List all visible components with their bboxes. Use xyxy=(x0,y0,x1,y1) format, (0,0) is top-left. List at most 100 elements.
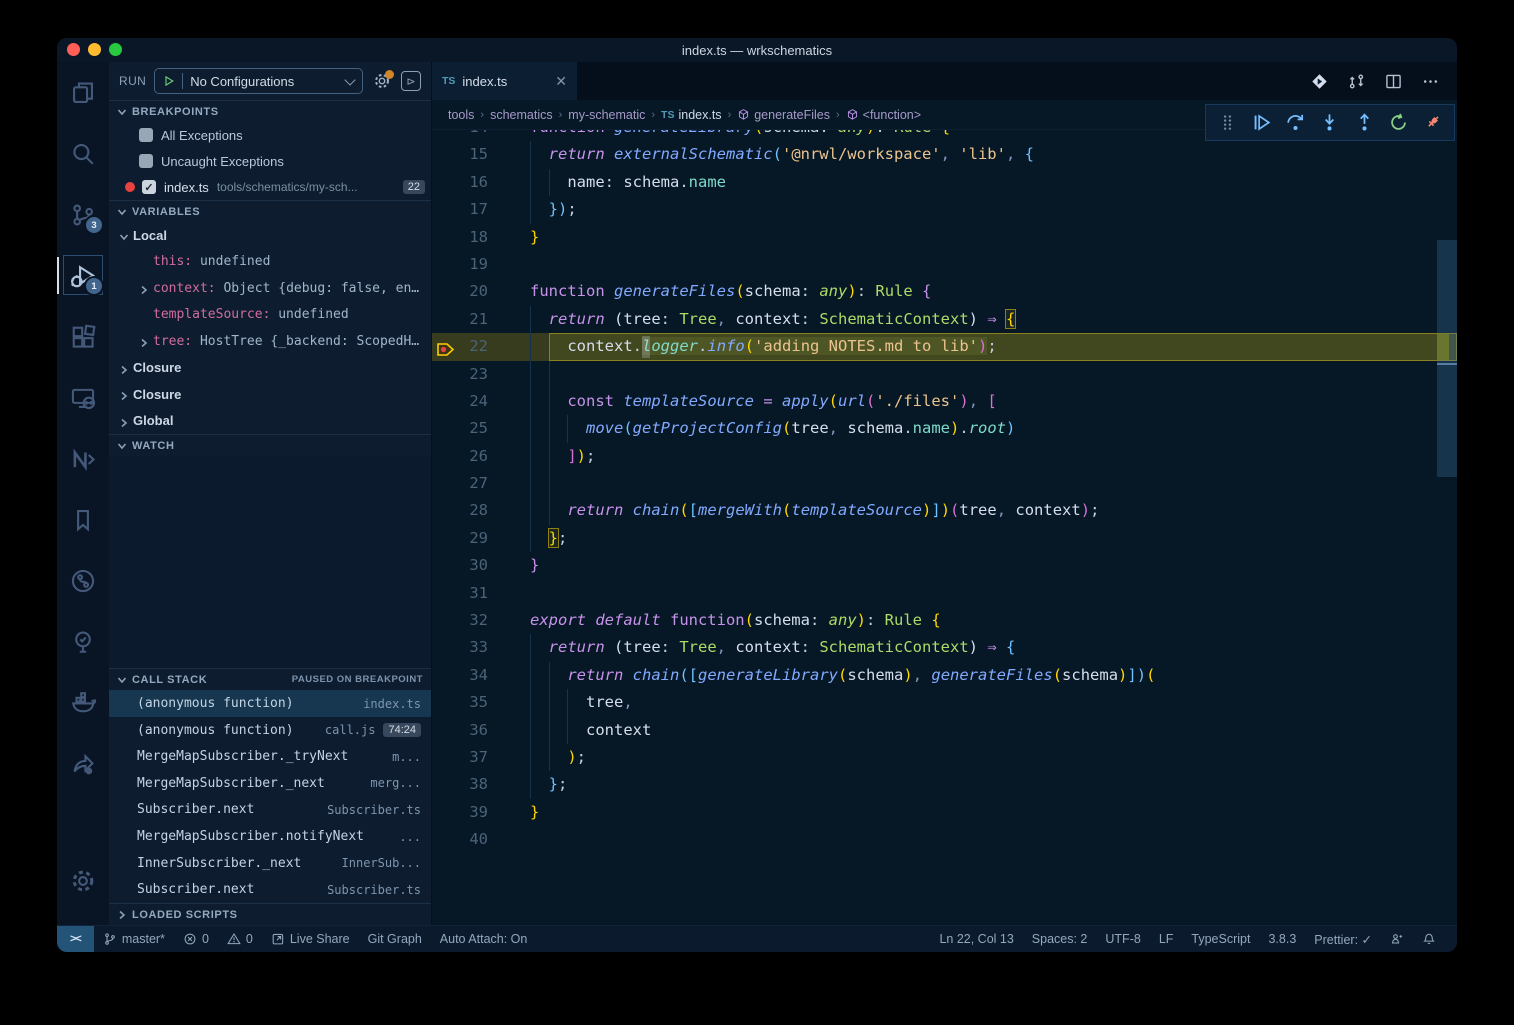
code-line-33[interactable]: 33 return (tree: Tree, context: Schemati… xyxy=(432,634,1457,661)
call-stack-frame[interactable]: (anonymous function)call.js74:24 xyxy=(109,717,431,744)
call-stack-frame[interactable]: InnerSubscriber._nextInnerSub... xyxy=(109,850,431,877)
code-line-27[interactable]: 27 xyxy=(432,470,1457,497)
step-into-button[interactable] xyxy=(1317,110,1343,136)
variable-row[interactable]: context: Object {debug: false, en… xyxy=(109,275,431,302)
compare-changes-icon[interactable] xyxy=(1348,73,1365,90)
chevron-right-icon[interactable] xyxy=(119,416,129,426)
call-stack-frame[interactable]: MergeMapSubscriber.notifyNext... xyxy=(109,823,431,850)
status-3-8-3[interactable]: 3.8.3 xyxy=(1259,926,1305,952)
code-line-22[interactable]: 22 context.logger.info('adding NOTES.md … xyxy=(432,333,1457,360)
activity-bar-item-share[interactable] xyxy=(57,733,109,794)
activity-bar-item-source-control[interactable]: 3 xyxy=(57,184,109,245)
activity-bar-item-extensions[interactable] xyxy=(57,306,109,367)
breakpoint-checkbox[interactable]: ✓ xyxy=(142,180,156,194)
code-line-31[interactable]: 31 xyxy=(432,580,1457,607)
drag-handle[interactable] xyxy=(1214,110,1240,136)
status-typescript[interactable]: TypeScript xyxy=(1182,926,1259,952)
code-line-36[interactable]: 36 context xyxy=(432,717,1457,744)
breadcrumb-item-my-schematic[interactable]: my-schematic xyxy=(568,108,645,122)
status-spaces-2[interactable]: Spaces: 2 xyxy=(1023,926,1097,952)
close-tab-icon[interactable]: ✕ xyxy=(555,73,567,90)
activity-bar-item-git-history[interactable] xyxy=(57,550,109,611)
code-line-29[interactable]: 29 }; xyxy=(432,525,1457,552)
status-bell[interactable] xyxy=(1413,926,1445,952)
call-stack-section-header[interactable]: CALL STACK PAUSED ON BREAKPOINT xyxy=(109,668,431,690)
chevron-right-icon[interactable] xyxy=(139,283,149,293)
minimize-window-button[interactable] xyxy=(88,43,101,56)
status-remote[interactable]: >< xyxy=(57,926,94,952)
breadcrumb-item-schematics[interactable]: schematics xyxy=(490,108,553,122)
call-stack-frame[interactable]: MergeMapSubscriber._tryNextm... xyxy=(109,743,431,770)
code-line-16[interactable]: 16 name: schema.name xyxy=(432,169,1457,196)
variables-section-header[interactable]: VARIABLES xyxy=(109,200,431,222)
split-editor-icon[interactable] xyxy=(1385,73,1402,90)
breakpoint-row[interactable]: Uncaught Exceptions xyxy=(109,148,431,174)
chevron-down-icon[interactable] xyxy=(119,230,129,240)
chevron-right-icon[interactable] xyxy=(139,336,149,346)
call-stack-frame[interactable]: Subscriber.nextSubscriber.ts xyxy=(109,797,431,824)
breadcrumb-item-generateFiles[interactable]: generateFiles xyxy=(737,108,830,122)
code-line-24[interactable]: 24 const templateSource = apply(url('./f… xyxy=(432,388,1457,415)
breakpoint-row[interactable]: All Exceptions xyxy=(109,122,431,148)
breakpoint-checkbox[interactable] xyxy=(139,154,153,168)
more-actions-icon[interactable] xyxy=(1422,73,1439,90)
call-stack-frame[interactable]: Subscriber.nextSubscriber.ts xyxy=(109,876,431,903)
code-line-25[interactable]: 25 move(getProjectConfig(tree, schema.na… xyxy=(432,415,1457,442)
breakpoint-row[interactable]: ✓index.tstools/schematics/my-sch...22 xyxy=(109,174,431,200)
activity-bar-item-test-explorer[interactable] xyxy=(57,611,109,672)
status-prettier-[interactable]: Prettier: ✓ xyxy=(1305,926,1381,952)
tab-index-ts[interactable]: TS index.ts ✕ xyxy=(432,62,577,100)
breakpoints-section-header[interactable]: BREAKPOINTS xyxy=(109,100,431,122)
status-utf-8[interactable]: UTF-8 xyxy=(1096,926,1149,952)
activity-bar-item-settings[interactable] xyxy=(57,850,109,911)
variable-row[interactable]: this: undefined xyxy=(109,249,431,276)
status-branch[interactable]: master* xyxy=(94,926,174,952)
code-line-39[interactable]: 39} xyxy=(432,799,1457,826)
variable-row[interactable]: tree: HostTree {_backend: ScopedH… xyxy=(109,328,431,355)
code-line-35[interactable]: 35 tree, xyxy=(432,689,1457,716)
call-stack-frame[interactable]: (anonymous function)index.ts xyxy=(109,690,431,717)
watch-section-header[interactable]: WATCH xyxy=(109,434,431,456)
disconnect-button[interactable] xyxy=(1420,110,1446,136)
activity-bar-item-nx-console[interactable] xyxy=(57,428,109,489)
activity-bar-item-remote-explorer[interactable] xyxy=(57,367,109,428)
code-line-30[interactable]: 30} xyxy=(432,552,1457,579)
code-line-17[interactable]: 17 }); xyxy=(432,196,1457,223)
chevron-right-icon[interactable] xyxy=(119,363,129,373)
code-line-19[interactable]: 19 xyxy=(432,251,1457,278)
code-line-15[interactable]: 15 return externalSchematic('@nrwl/works… xyxy=(432,141,1457,168)
launch-configuration-dropdown[interactable]: No Configurations xyxy=(154,68,363,94)
activity-bar-item-docker[interactable] xyxy=(57,672,109,733)
restart-button[interactable] xyxy=(1386,110,1412,136)
status-feedback[interactable] xyxy=(1381,926,1413,952)
code-line-40[interactable]: 40 xyxy=(432,826,1457,853)
debug-settings-button[interactable] xyxy=(371,70,393,92)
breadcrumb-item-function[interactable]: <function> xyxy=(846,108,921,122)
variables-scope-row[interactable]: Global xyxy=(109,408,431,435)
variables-scope-row[interactable]: Local xyxy=(109,222,431,249)
debug-console-button[interactable]: ⊳ xyxy=(401,71,421,91)
continue-button[interactable] xyxy=(1248,110,1274,136)
status-warning[interactable]: 0 xyxy=(218,926,262,952)
status-error[interactable]: 0 xyxy=(174,926,218,952)
activity-bar-item-explorer[interactable] xyxy=(57,62,109,123)
activity-bar-item-search[interactable] xyxy=(57,123,109,184)
status-lf[interactable]: LF xyxy=(1150,926,1183,952)
code-line-32[interactable]: 32export default function(schema: any): … xyxy=(432,607,1457,634)
activity-bar-item-run-debug[interactable]: 1 xyxy=(57,245,109,306)
code-line-21[interactable]: 21 return (tree: Tree, context: Schemati… xyxy=(432,306,1457,333)
loaded-scripts-section-header[interactable]: LOADED SCRIPTS xyxy=(109,903,431,925)
breakpoint-checkbox[interactable] xyxy=(139,128,153,142)
code-line-23[interactable]: 23 xyxy=(432,361,1457,388)
step-out-button[interactable] xyxy=(1351,110,1377,136)
variables-scope-row[interactable]: Closure xyxy=(109,355,431,382)
code-line-37[interactable]: 37 ); xyxy=(432,744,1457,771)
variables-scope-row[interactable]: Closure xyxy=(109,381,431,408)
code-line-18[interactable]: 18} xyxy=(432,224,1457,251)
step-over-button[interactable] xyxy=(1283,110,1309,136)
close-window-button[interactable] xyxy=(67,43,80,56)
zoom-window-button[interactable] xyxy=(109,43,122,56)
call-stack-frame[interactable]: MergeMapSubscriber._nextmerg... xyxy=(109,770,431,797)
chevron-right-icon[interactable] xyxy=(119,389,129,399)
status-auto-attach-on[interactable]: Auto Attach: On xyxy=(431,926,537,952)
